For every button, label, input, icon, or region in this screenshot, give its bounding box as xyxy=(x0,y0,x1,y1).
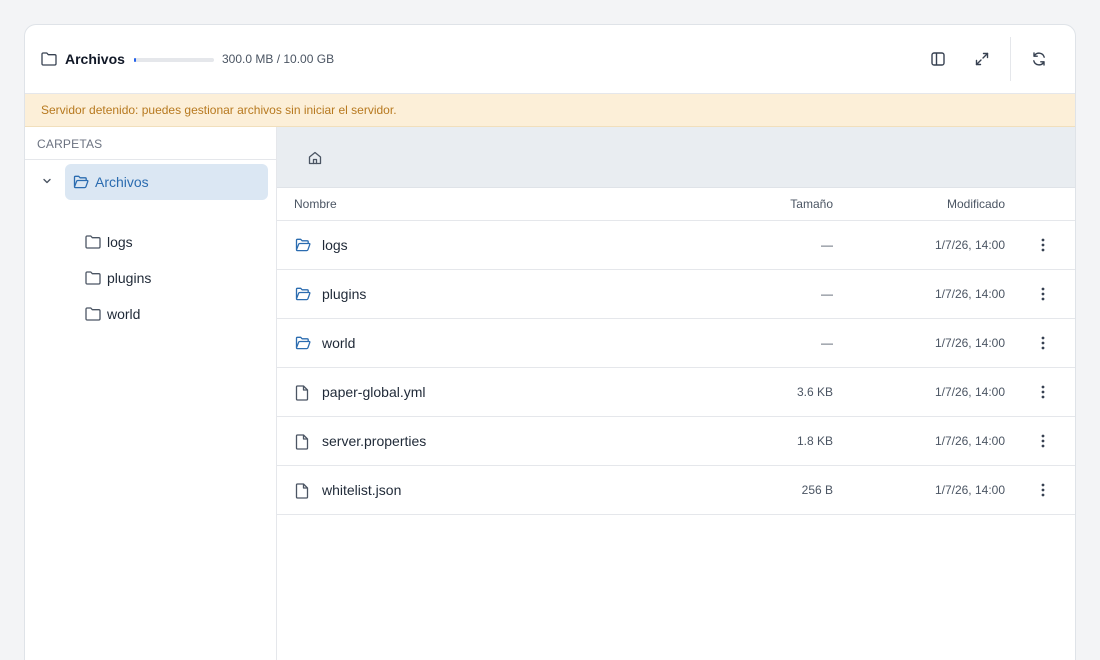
table-row[interactable]: plugins — 1/7/26, 14:00 xyxy=(277,270,1075,319)
row-actions-button[interactable] xyxy=(1033,333,1053,353)
file-manager-header: Archivos 300.0 MB / 10.00 GB xyxy=(25,25,1075,94)
file-name: world xyxy=(322,335,356,351)
tree-item-label: logs xyxy=(107,234,133,250)
toggle-sidebar-button[interactable] xyxy=(924,45,952,73)
refresh-icon xyxy=(1033,52,1045,66)
file-modified: 1/7/26, 14:00 xyxy=(934,483,1005,497)
file-name: whitelist.json xyxy=(322,482,402,498)
file-modified: 1/7/26, 14:00 xyxy=(934,336,1005,350)
more-vertical-icon xyxy=(1041,483,1045,497)
file-size: 1.8 KB xyxy=(796,434,833,448)
storage-usage-text: 300.0 MB / 10.00 GB xyxy=(222,52,335,66)
page-title: Archivos xyxy=(65,51,125,67)
folder-open-icon xyxy=(295,238,311,252)
table-row[interactable]: world — 1/7/26, 14:00 xyxy=(277,319,1075,368)
storage-usage-bar xyxy=(134,58,214,62)
folder-tree-sidebar: CARPETAS Archivos logs plugins world xyxy=(25,127,277,660)
tree-item-label: world xyxy=(107,306,141,322)
folder-icon xyxy=(85,271,101,285)
file-size: — xyxy=(821,287,833,301)
file-modified: 1/7/26, 14:00 xyxy=(934,238,1005,252)
file-size: 256 B xyxy=(801,483,833,497)
more-vertical-icon xyxy=(1041,287,1045,301)
tree-item-logs[interactable]: logs xyxy=(85,224,268,260)
file-icon xyxy=(295,385,309,401)
folder-open-icon xyxy=(295,287,311,301)
storage-usage-fill xyxy=(134,58,137,62)
table-row[interactable]: whitelist.json 256 B 1/7/26, 14:00 xyxy=(277,466,1075,515)
sidebar-heading: CARPETAS xyxy=(37,137,103,151)
file-name: server.properties xyxy=(322,433,427,449)
chevron-down-icon[interactable] xyxy=(41,175,53,187)
table-row[interactable]: server.properties 1.8 KB 1/7/26, 14:00 xyxy=(277,417,1075,466)
tree-item-world[interactable]: world xyxy=(85,296,268,332)
expand-icon xyxy=(975,52,989,66)
home-icon[interactable] xyxy=(307,150,323,166)
more-vertical-icon xyxy=(1041,434,1045,448)
file-modified: 1/7/26, 14:00 xyxy=(934,385,1005,399)
header-divider xyxy=(1010,37,1011,81)
folder-icon xyxy=(85,307,101,321)
tree-item-plugins[interactable]: plugins xyxy=(85,260,268,296)
file-modified: 1/7/26, 14:00 xyxy=(934,434,1005,448)
more-vertical-icon xyxy=(1041,385,1045,399)
row-actions-button[interactable] xyxy=(1033,382,1053,402)
row-actions-button[interactable] xyxy=(1033,431,1053,451)
file-list-panel: Nombre Tamaño Modificado logs — 1/7/26, … xyxy=(277,127,1075,660)
column-header-modified[interactable]: Modificado xyxy=(947,197,1005,211)
file-manager-panel: Archivos 300.0 MB / 10.00 GB Servidor de… xyxy=(24,24,1076,660)
refresh-button[interactable] xyxy=(1025,45,1053,73)
table-row[interactable]: logs — 1/7/26, 14:00 xyxy=(277,221,1075,270)
row-actions-button[interactable] xyxy=(1033,284,1053,304)
folder-open-icon xyxy=(73,175,89,189)
sidebar-toggle-icon xyxy=(931,52,945,66)
table-header: Nombre Tamaño Modificado xyxy=(277,188,1075,221)
row-actions-button[interactable] xyxy=(1033,235,1053,255)
fullscreen-button[interactable] xyxy=(968,45,996,73)
sidebar-divider xyxy=(25,159,276,160)
file-size: — xyxy=(821,336,833,350)
banner-text: Servidor detenido: puedes gestionar arch… xyxy=(41,103,397,117)
file-modified: 1/7/26, 14:00 xyxy=(934,287,1005,301)
tree-item-label: plugins xyxy=(107,270,152,286)
folder-icon xyxy=(85,235,101,249)
file-size: — xyxy=(821,238,833,252)
column-header-size[interactable]: Tamaño xyxy=(790,197,833,211)
more-vertical-icon xyxy=(1041,238,1045,252)
file-size: 3.6 KB xyxy=(796,385,833,399)
row-actions-button[interactable] xyxy=(1033,480,1053,500)
server-stopped-banner: Servidor detenido: puedes gestionar arch… xyxy=(25,94,1075,127)
more-vertical-icon xyxy=(1041,336,1045,350)
breadcrumb xyxy=(277,127,1075,188)
folder-open-icon xyxy=(295,336,311,350)
table-row[interactable]: paper-global.yml 3.6 KB 1/7/26, 14:00 xyxy=(277,368,1075,417)
folder-icon xyxy=(41,52,57,66)
file-name: plugins xyxy=(322,286,367,302)
column-header-name[interactable]: Nombre xyxy=(294,197,337,211)
file-icon xyxy=(295,434,309,450)
tree-item-archivos[interactable]: Archivos xyxy=(65,164,268,200)
file-name: paper-global.yml xyxy=(322,384,426,400)
tree-item-label: Archivos xyxy=(95,174,149,190)
file-icon xyxy=(295,483,309,499)
file-name: logs xyxy=(322,237,348,253)
